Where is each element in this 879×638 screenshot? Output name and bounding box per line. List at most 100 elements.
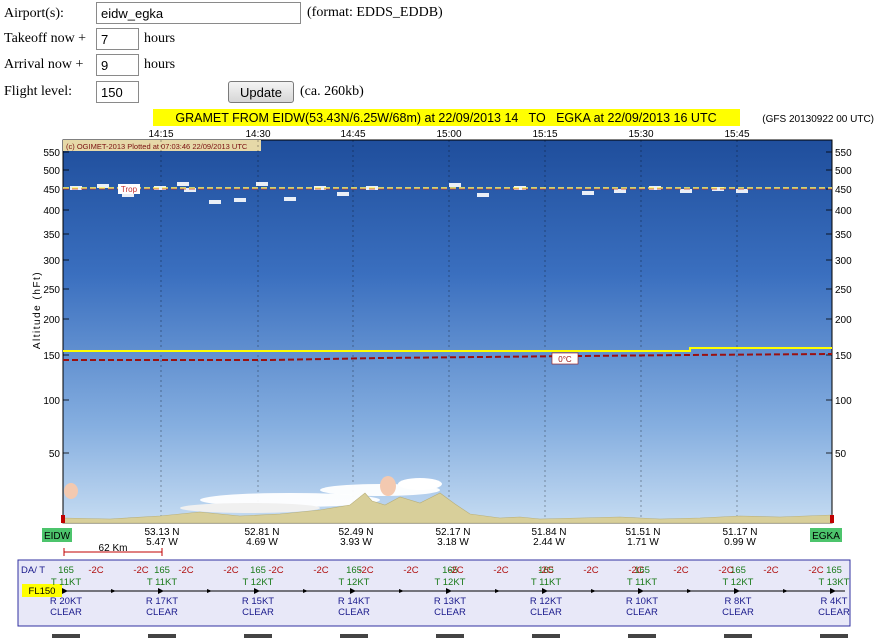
next-row-stub — [436, 634, 464, 638]
arrival-unit: hours — [144, 57, 176, 72]
low-cloud-band-2 — [180, 503, 320, 513]
condition-value: CLEAR — [338, 607, 370, 618]
tail-wind-value: T 11KT — [627, 577, 657, 588]
update-button[interactable]: Update — [228, 81, 294, 103]
airports-row: Airport(s): — [4, 2, 64, 26]
alt-label-right: 200 — [835, 315, 852, 326]
tail-wind-value: T 13KT — [819, 577, 850, 588]
cirrus-fleck — [337, 192, 349, 196]
temperature-value: -2C — [673, 565, 688, 576]
route-point-lon: 0.99 W — [724, 537, 756, 548]
tail-wind-value: T 11KT — [531, 577, 561, 588]
airports-format-hint: (format: EDDS_EDDB) — [307, 5, 443, 20]
arrival-label: Arrival now + — [4, 57, 84, 72]
alt-label-right: 450 — [835, 185, 852, 196]
freezing-label: 0°C — [558, 355, 572, 364]
time-tick-label: 14:45 — [340, 129, 365, 140]
alt-label-right: 50 — [835, 449, 847, 460]
alt-label-left: 400 — [43, 206, 60, 217]
cross-wind-value: R 15KT — [242, 596, 274, 607]
next-row-stub — [628, 634, 656, 638]
airports-input[interactable] — [96, 2, 301, 24]
cumulus-cloud-2 — [64, 483, 78, 499]
model-run-label: (GFS 20130922 00 UTC) — [762, 114, 874, 125]
temperature-value: -2C — [358, 565, 373, 576]
plot-area — [62, 139, 833, 524]
condition-value: CLEAR — [530, 607, 562, 618]
departure-marker — [61, 515, 65, 523]
da-t-label: DA/ T — [21, 565, 45, 576]
cumulus-cloud-1 — [380, 476, 396, 496]
temperature-value: -2C — [493, 565, 508, 576]
next-row-stub — [244, 634, 272, 638]
cirrus-fleck — [614, 189, 626, 193]
cirrus-fleck — [209, 200, 221, 204]
condition-value: CLEAR — [818, 607, 850, 618]
gramet-chart: GRAMET FROM EIDW(53.43N/6.25W/68m) at 22… — [17, 109, 874, 638]
tail-wind-value: T 12KT — [435, 577, 466, 588]
tail-wind-value: T 11KT — [51, 577, 81, 588]
time-tick-label: 14:15 — [148, 129, 173, 140]
flight-level-input[interactable] — [96, 81, 139, 103]
temperature-value: -2C — [133, 565, 148, 576]
next-row-stub — [340, 634, 368, 638]
alt-label-right: 250 — [835, 285, 852, 296]
cross-wind-value: R 17KT — [146, 596, 178, 607]
cirrus-fleck — [736, 189, 748, 193]
gramet-title: GRAMET FROM EIDW(53.43N/6.25W/68m) at 22… — [175, 111, 716, 125]
cirrus-fleck — [256, 182, 268, 186]
arrival-station-label: EGKA — [812, 531, 840, 542]
temperature-value: -2C — [88, 565, 103, 576]
condition-value: CLEAR — [434, 607, 466, 618]
alt-label-left: 50 — [49, 449, 61, 460]
tail-wind-value: T 12KT — [339, 577, 370, 588]
temperature-value: -2C — [763, 565, 778, 576]
tropopause-label: Trop — [121, 185, 138, 194]
cirrus-fleck — [477, 193, 489, 197]
airports-label: Airport(s): — [4, 6, 64, 21]
da-value: 165 — [826, 565, 842, 576]
alt-label-right: 350 — [835, 230, 852, 241]
route-point-labels: 53.13 N5.47 W52.81 N4.69 W52.49 N3.93 W5… — [144, 527, 757, 548]
time-tick-label: 15:15 — [532, 129, 557, 140]
flight-level-label: Flight level: — [4, 84, 73, 99]
cirrus-fleck — [680, 189, 692, 193]
condition-value: CLEAR — [626, 607, 658, 618]
size-hint: (ca. 260kb) — [300, 84, 364, 99]
cirrus-fleck — [234, 198, 246, 202]
cross-wind-value: R 20KT — [50, 596, 82, 607]
temperature-value: -2C — [583, 565, 598, 576]
da-value: 165 — [250, 565, 266, 576]
cross-wind-value: R 4KT — [821, 596, 848, 607]
arrival-hours-input[interactable] — [96, 54, 139, 76]
temperature-value: -2C — [628, 565, 643, 576]
alt-label-right: 100 — [835, 396, 852, 407]
next-row-stub — [148, 634, 176, 638]
da-value: 165 — [154, 565, 170, 576]
alt-label-left: 150 — [43, 351, 60, 362]
route-point-lon: 5.47 W — [146, 537, 178, 548]
takeoff-label: Takeoff now + — [4, 31, 87, 46]
takeoff-hours-input[interactable] — [96, 28, 139, 50]
temperature-value: -2C — [403, 565, 418, 576]
scale-bar-label: 62 Km — [99, 543, 128, 554]
condition-value: CLEAR — [146, 607, 178, 618]
cross-wind-value: R 13KT — [434, 596, 466, 607]
next-row-stubs — [52, 634, 848, 638]
low-cloud-band-4 — [398, 478, 442, 490]
cross-wind-value: R 10KT — [626, 596, 658, 607]
alt-label-left: 250 — [43, 285, 60, 296]
temperature-value: -2C — [313, 565, 328, 576]
alt-label-right: 300 — [835, 256, 852, 267]
cirrus-fleck — [284, 197, 296, 201]
route-point-lon: 2.44 W — [533, 537, 565, 548]
flight-level-row: Flight level: — [4, 80, 72, 104]
condition-value: CLEAR — [242, 607, 274, 618]
alt-label-left: 550 — [43, 148, 60, 159]
copyright-label: (c) OGIMET-2013 Plotted at 07:03:46 22/0… — [66, 142, 248, 151]
route-point-lon: 1.71 W — [627, 537, 659, 548]
cirrus-fleck — [582, 191, 594, 195]
takeoff-unit: hours — [144, 31, 176, 46]
temperature-value: -2C — [718, 565, 733, 576]
time-tick-label: 14:30 — [245, 129, 270, 140]
